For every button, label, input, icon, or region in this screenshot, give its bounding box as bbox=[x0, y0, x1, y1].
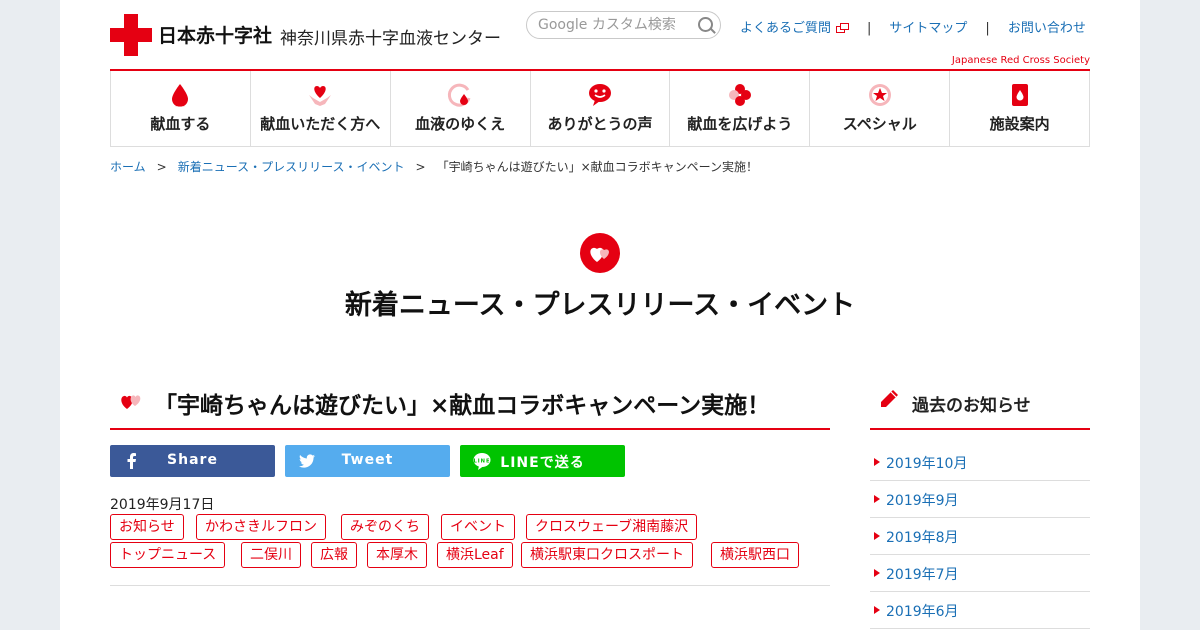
org-name: 日本赤十字社 bbox=[158, 25, 273, 47]
nav-item-label: 献血する bbox=[150, 115, 211, 133]
nav-item-label: 施設案内 bbox=[989, 115, 1050, 133]
global-nav: 献血する 献血いただく方へ 血液のゆくえ ありがとうの声 献血を広げよう スペシ… bbox=[110, 71, 1090, 147]
archive-link[interactable]: 2019年8月 bbox=[886, 527, 959, 547]
tag-link[interactable]: お知らせ bbox=[110, 514, 184, 540]
nav-item-label: スペシャル bbox=[842, 115, 917, 133]
top-links: よくあるご質問 | サイトマップ | お問い合わせ bbox=[740, 17, 1086, 36]
nav-item-label: 献血いただく方へ bbox=[260, 115, 381, 133]
tag-link[interactable]: イベント bbox=[441, 514, 515, 540]
nav-item-thanks[interactable]: ありがとうの声 bbox=[531, 71, 671, 146]
external-link-icon bbox=[836, 23, 850, 33]
search-icon[interactable] bbox=[698, 17, 713, 32]
center-name: 神奈川県赤十字血液センター bbox=[280, 29, 501, 49]
tag-link[interactable]: 横浜Leaf bbox=[437, 542, 513, 568]
facebook-share-button[interactable]: Share bbox=[110, 445, 275, 477]
sidebar-title: 過去のお知らせ bbox=[912, 396, 1031, 416]
archive-item: 2019年8月 bbox=[870, 518, 1090, 555]
article-divider bbox=[110, 585, 830, 586]
nav-item-donate[interactable]: 献血する bbox=[111, 71, 251, 146]
heart-hands-icon bbox=[309, 86, 332, 106]
triangle-bullet-icon bbox=[874, 569, 880, 577]
tag-link[interactable]: 横浜駅西口 bbox=[711, 542, 799, 568]
archive-link[interactable]: 2019年10月 bbox=[886, 453, 967, 473]
breadcrumb-current: 「宇崎ちゃんは遊びたい」×献血コラボキャンペーン実施！ bbox=[436, 160, 759, 174]
contact-link[interactable]: お問い合わせ bbox=[1008, 21, 1086, 36]
page-title: 新着ニュース・プレスリリース・イベント bbox=[344, 290, 856, 321]
tag-link[interactable]: 広報 bbox=[311, 542, 357, 568]
nav-item-label: ありがとうの声 bbox=[547, 115, 653, 133]
smile-bubble-icon bbox=[589, 84, 611, 106]
star-badge-icon bbox=[868, 84, 891, 106]
tag-link[interactable]: 横浜駅東口クロスポート bbox=[521, 542, 693, 568]
hearts-icon bbox=[121, 395, 141, 409]
article-date: 2019年9月17日 bbox=[110, 497, 215, 513]
twitter-tweet-label: Tweet bbox=[341, 452, 394, 468]
nav-item-spread[interactable]: 献血を広げよう bbox=[670, 71, 811, 146]
archive-list: 2019年10月 2019年9月 2019年8月 2019年7月 2019年6月 bbox=[870, 444, 1090, 629]
triangle-bullet-icon bbox=[874, 495, 880, 503]
triangle-bullet-icon bbox=[874, 532, 880, 540]
building-drop-icon bbox=[1011, 84, 1028, 106]
triangle-bullet-icon bbox=[874, 606, 880, 614]
tag-link[interactable]: クロスウェーブ湘南藤沢 bbox=[526, 514, 698, 540]
nav-item-label: 血液のゆくえ bbox=[415, 115, 506, 133]
archive-link[interactable]: 2019年9月 bbox=[886, 490, 959, 510]
search-input[interactable] bbox=[538, 16, 688, 34]
sidebar-heading: 過去のお知らせ bbox=[870, 386, 1090, 430]
nav-item-facilities[interactable]: 施設案内 bbox=[950, 71, 1089, 146]
link-separator: | bbox=[867, 21, 872, 36]
archive-item: 2019年10月 bbox=[870, 444, 1090, 481]
article-title-bar: 「宇崎ちゃんは遊びたい」×献血コラボキャンペーン実施！ bbox=[110, 386, 830, 430]
tag-link[interactable]: 二俣川 bbox=[241, 542, 301, 568]
search-box bbox=[526, 11, 721, 39]
nav-item-for-donors[interactable]: 献血いただく方へ bbox=[251, 71, 391, 146]
archive-link[interactable]: 2019年6月 bbox=[886, 601, 959, 621]
society-english-name: Japanese Red Cross Society bbox=[951, 55, 1090, 66]
twitter-tweet-button[interactable]: Tweet bbox=[285, 445, 450, 477]
archive-link[interactable]: 2019年7月 bbox=[886, 564, 959, 584]
line-share-label: LINEで送る bbox=[500, 455, 585, 471]
tag-link[interactable]: みぞのくち bbox=[341, 514, 429, 540]
page: 日本赤十字社 神奈川県赤十字血液センター よくあるご質問 | サイトマップ | お問い合… bbox=[60, 0, 1140, 630]
article-title: 「宇崎ちゃんは遊びたい」×献血コラボキャンペーン実施！ bbox=[154, 393, 771, 419]
tag-link[interactable]: 本厚木 bbox=[367, 542, 427, 568]
tag-link[interactable]: かわさきルフロン bbox=[196, 514, 326, 540]
nav-item-special[interactable]: スペシャル bbox=[810, 71, 951, 146]
breadcrumb-separator: > bbox=[156, 160, 167, 174]
hearts-icon bbox=[580, 233, 620, 273]
link-separator: | bbox=[985, 21, 990, 36]
nav-item-label: 献血を広げよう bbox=[687, 115, 793, 133]
red-cross-icon bbox=[110, 14, 152, 56]
faq-link-label: よくあるご質問 bbox=[740, 21, 832, 36]
pencil-icon bbox=[881, 390, 898, 407]
cycle-drop-icon bbox=[448, 83, 471, 107]
blood-drop-icon bbox=[172, 84, 189, 107]
breadcrumb-section[interactable]: 新着ニュース・プレスリリース・イベント bbox=[178, 160, 405, 174]
breadcrumb: ホーム > 新着ニュース・プレスリリース・イベント > 「宇崎ちゃんは遊びたい」×献血コ… bbox=[110, 158, 758, 175]
archive-item: 2019年7月 bbox=[870, 555, 1090, 592]
site-logo[interactable]: 日本赤十字社 神奈川県赤十字血液センター bbox=[110, 13, 510, 57]
faq-link[interactable]: よくあるご質問 bbox=[740, 21, 850, 36]
nav-item-blood-journey[interactable]: 血液のゆくえ bbox=[391, 71, 531, 146]
tag-link[interactable]: トップニュース bbox=[110, 542, 226, 568]
sitemap-link[interactable]: サイトマップ bbox=[889, 21, 967, 36]
breadcrumb-home[interactable]: ホーム bbox=[110, 160, 146, 174]
triangle-bullet-icon bbox=[874, 458, 880, 466]
clover-icon bbox=[728, 84, 751, 106]
archive-item: 2019年9月 bbox=[870, 481, 1090, 518]
facebook-share-label: Share bbox=[167, 452, 218, 468]
line-share-button[interactable]: LINE LINEで送る bbox=[460, 445, 625, 477]
archive-item: 2019年6月 bbox=[870, 592, 1090, 629]
breadcrumb-separator: > bbox=[415, 160, 426, 174]
